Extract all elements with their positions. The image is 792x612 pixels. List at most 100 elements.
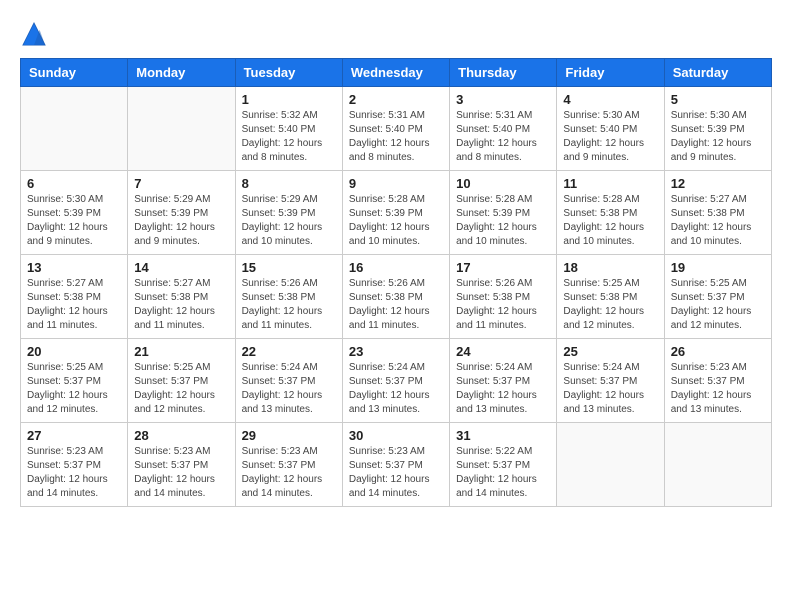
calendar-cell: 20 Sunrise: 5:25 AM Sunset: 5:37 PM Dayli… (21, 339, 128, 423)
day-number: 29 (242, 428, 336, 443)
day-number: 20 (27, 344, 121, 359)
calendar-cell: 4 Sunrise: 5:30 AM Sunset: 5:40 PM Daylig… (557, 87, 664, 171)
day-number: 6 (27, 176, 121, 191)
calendar-cell: 24 Sunrise: 5:24 AM Sunset: 5:37 PM Dayli… (450, 339, 557, 423)
day-info: Sunrise: 5:29 AM Sunset: 5:39 PM Dayligh… (134, 193, 228, 249)
day-number: 1 (242, 92, 336, 107)
day-info: Sunrise: 5:25 AM Sunset: 5:38 PM Dayligh… (563, 277, 657, 333)
calendar-cell: 29 Sunrise: 5:23 AM Sunset: 5:37 PM Dayli… (235, 423, 342, 507)
logo (20, 20, 52, 48)
calendar-cell: 16 Sunrise: 5:26 AM Sunset: 5:38 PM Dayli… (342, 255, 449, 339)
calendar-cell: 13Sunrise: 5:27 AM Sunset: 5:38 PM Dayli… (21, 255, 128, 339)
calendar-header-monday: Monday (128, 59, 235, 87)
calendar-cell (664, 423, 771, 507)
calendar-cell: 19 Sunrise: 5:25 AM Sunset: 5:37 PM Dayli… (664, 255, 771, 339)
day-info: Sunrise: 5:30 AM Sunset: 5:39 PM Dayligh… (671, 109, 765, 165)
day-number: 19 (671, 260, 765, 275)
day-number: 9 (349, 176, 443, 191)
day-number: 5 (671, 92, 765, 107)
day-number: 11 (563, 176, 657, 191)
day-info: Sunrise: 5:23 AM Sunset: 5:37 PM Dayligh… (671, 361, 765, 417)
page-header (20, 20, 772, 48)
calendar-cell: 31 Sunrise: 5:22 AM Sunset: 5:37 PM Dayli… (450, 423, 557, 507)
calendar-cell: 22 Sunrise: 5:24 AM Sunset: 5:37 PM Dayli… (235, 339, 342, 423)
day-info: Sunrise: 5:23 AM Sunset: 5:37 PM Dayligh… (242, 445, 336, 501)
day-number: 10 (456, 176, 550, 191)
day-info: Sunrise: 5:23 AM Sunset: 5:37 PM Dayligh… (27, 445, 121, 501)
day-number: 26 (671, 344, 765, 359)
calendar-cell: 9 Sunrise: 5:28 AM Sunset: 5:39 PM Daylig… (342, 171, 449, 255)
calendar-cell: 8 Sunrise: 5:29 AM Sunset: 5:39 PM Daylig… (235, 171, 342, 255)
calendar-header-sunday: Sunday (21, 59, 128, 87)
day-number: 16 (349, 260, 443, 275)
day-info: Sunrise: 5:28 AM Sunset: 5:39 PM Dayligh… (349, 193, 443, 249)
calendar-cell: 30 Sunrise: 5:23 AM Sunset: 5:37 PM Dayli… (342, 423, 449, 507)
calendar-week-5: 27 Sunrise: 5:23 AM Sunset: 5:37 PM Dayli… (21, 423, 772, 507)
calendar-cell: 26 Sunrise: 5:23 AM Sunset: 5:37 PM Dayli… (664, 339, 771, 423)
day-info: Sunrise: 5:24 AM Sunset: 5:37 PM Dayligh… (456, 361, 550, 417)
day-number: 25 (563, 344, 657, 359)
calendar-header-friday: Friday (557, 59, 664, 87)
day-info: Sunrise: 5:22 AM Sunset: 5:37 PM Dayligh… (456, 445, 550, 501)
day-number: 14 (134, 260, 228, 275)
calendar-cell: 5 Sunrise: 5:30 AM Sunset: 5:39 PM Daylig… (664, 87, 771, 171)
day-number: 3 (456, 92, 550, 107)
day-info: Sunrise: 5:26 AM Sunset: 5:38 PM Dayligh… (349, 277, 443, 333)
day-info: Sunrise: 5:28 AM Sunset: 5:39 PM Dayligh… (456, 193, 550, 249)
day-info: Sunrise: 5:32 AM Sunset: 5:40 PM Dayligh… (242, 109, 336, 165)
calendar-cell: 28 Sunrise: 5:23 AM Sunset: 5:37 PM Dayli… (128, 423, 235, 507)
logo-icon (20, 20, 48, 48)
day-info: Sunrise: 5:26 AM Sunset: 5:38 PM Dayligh… (242, 277, 336, 333)
day-info: Sunrise: 5:25 AM Sunset: 5:37 PM Dayligh… (27, 361, 121, 417)
day-info: Sunrise: 5:24 AM Sunset: 5:37 PM Dayligh… (242, 361, 336, 417)
day-info: Sunrise: 5:25 AM Sunset: 5:37 PM Dayligh… (134, 361, 228, 417)
calendar-cell: 12 Sunrise: 5:27 AM Sunset: 5:38 PM Dayli… (664, 171, 771, 255)
calendar-week-3: 13 Sunrise: 5:27 AM Sunset: 5:38 PM Dayli… (21, 255, 772, 339)
day-number: 15 (242, 260, 336, 275)
day-info: Sunrise: 5:24 AM Sunset: 5:37 PM Dayligh… (349, 361, 443, 417)
day-info: Sunrise: 5:27 AM Sunset: 5:38 PM Dayligh… (134, 277, 228, 333)
calendar-header-wednesday: Wednesday (342, 59, 449, 87)
calendar-table: SundayMondayTuesdayWednesdayThursdayFrid… (20, 58, 772, 507)
day-number: 7 (134, 176, 228, 191)
calendar-week-1: 1 Sunrise: 5:32 AM Sunset: 5:40 PM Daylig… (21, 87, 772, 171)
day-info: Sunrise: 5:28 AM Sunset: 5:38 PM Dayligh… (563, 193, 657, 249)
calendar-cell: 18 Sunrise: 5:25 AM Sunset: 5:38 PM Dayli… (557, 255, 664, 339)
day-info: Sunrise: 5:23 AM Sunset: 5:37 PM Dayligh… (134, 445, 228, 501)
day-info: Sunrise: 5:25 AM Sunset: 5:37 PM Dayligh… (671, 277, 765, 333)
day-number: 21 (134, 344, 228, 359)
calendar-cell: 2 Sunrise: 5:31 AM Sunset: 5:40 PM Daylig… (342, 87, 449, 171)
day-info: Sunrise: 5:31 AM Sunset: 5:40 PM Dayligh… (349, 109, 443, 165)
calendar-week-2: 6Sunrise: 5:30 AM Sunset: 5:39 PM Daylig… (21, 171, 772, 255)
day-info: Sunrise: 5:24 AM Sunset: 5:37 PM Dayligh… (563, 361, 657, 417)
day-number: 22 (242, 344, 336, 359)
day-info: Sunrise: 5:30 AM Sunset: 5:40 PM Dayligh… (563, 109, 657, 165)
calendar-cell: 10 Sunrise: 5:28 AM Sunset: 5:39 PM Dayli… (450, 171, 557, 255)
day-info: Sunrise: 5:23 AM Sunset: 5:37 PM Dayligh… (349, 445, 443, 501)
calendar-header-row: SundayMondayTuesdayWednesdayThursdayFrid… (21, 59, 772, 87)
day-number: 31 (456, 428, 550, 443)
calendar-cell: 21 Sunrise: 5:25 AM Sunset: 5:37 PM Dayli… (128, 339, 235, 423)
day-number: 2 (349, 92, 443, 107)
day-info: Sunrise: 5:29 AM Sunset: 5:39 PM Dayligh… (242, 193, 336, 249)
calendar-cell: 3 Sunrise: 5:31 AM Sunset: 5:40 PM Daylig… (450, 87, 557, 171)
day-info: Sunrise: 5:27 AM Sunset: 5:38 PM Dayligh… (671, 193, 765, 249)
calendar-header-saturday: Saturday (664, 59, 771, 87)
day-number: 24 (456, 344, 550, 359)
day-number: 28 (134, 428, 228, 443)
day-number: 4 (563, 92, 657, 107)
calendar-header-tuesday: Tuesday (235, 59, 342, 87)
calendar-cell: 6Sunrise: 5:30 AM Sunset: 5:39 PM Daylig… (21, 171, 128, 255)
day-number: 17 (456, 260, 550, 275)
calendar-cell: 1 Sunrise: 5:32 AM Sunset: 5:40 PM Daylig… (235, 87, 342, 171)
day-number: 30 (349, 428, 443, 443)
day-number: 27 (27, 428, 121, 443)
calendar-cell: 27 Sunrise: 5:23 AM Sunset: 5:37 PM Dayli… (21, 423, 128, 507)
day-info: Sunrise: 5:31 AM Sunset: 5:40 PM Dayligh… (456, 109, 550, 165)
day-number: 8 (242, 176, 336, 191)
calendar-header-thursday: Thursday (450, 59, 557, 87)
calendar-cell: 25 Sunrise: 5:24 AM Sunset: 5:37 PM Dayli… (557, 339, 664, 423)
day-number: 13 (27, 260, 121, 275)
day-number: 18 (563, 260, 657, 275)
day-number: 12 (671, 176, 765, 191)
